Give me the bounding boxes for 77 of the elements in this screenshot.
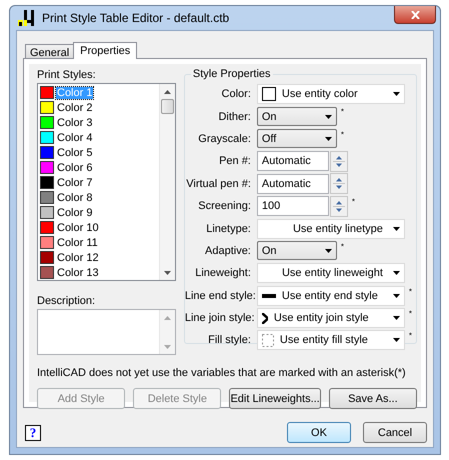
field-label: Lineweight: — [194, 267, 252, 280]
dropdown[interactable]: Use entity linetype — [256, 218, 405, 239]
list-item[interactable]: Color 13 — [56, 266, 100, 278]
field-label: Linetype: — [205, 222, 252, 235]
combo-box[interactable]: On — [256, 241, 337, 260]
tab[interactable]: Properties — [73, 42, 138, 59]
list-item[interactable]: Color 3 — [56, 116, 94, 128]
field-label: Color: — [220, 88, 252, 100]
field-label: Grayscale: — [197, 132, 252, 145]
color-swatch-icon — [262, 87, 276, 102]
number-field[interactable]: 100 — [256, 196, 329, 216]
action-button[interactable]: Edit Lineweights... — [229, 388, 321, 409]
dialog-button[interactable]: Cancel — [363, 422, 427, 443]
field-label: Fill style: — [207, 334, 252, 346]
caret-icon — [392, 226, 400, 231]
help-button[interactable]: ? — [25, 424, 41, 440]
list-item[interactable]: Color 2 — [56, 102, 94, 114]
spinner-arrows-icon[interactable] — [330, 196, 348, 217]
caret-icon — [324, 114, 332, 119]
list-item[interactable]: Color 9 — [56, 206, 94, 218]
list-item[interactable]: Color 5 — [56, 146, 94, 158]
list-item[interactable]: Color 11 — [56, 236, 99, 248]
spinner-arrows-icon[interactable] — [330, 150, 348, 172]
list-item[interactable]: Color 7 — [56, 176, 94, 188]
close-button[interactable] — [394, 6, 436, 24]
dropdown[interactable]: Use entity color — [256, 84, 405, 104]
combo-box[interactable]: Off — [256, 129, 337, 148]
dropdown[interactable]: Use entity fill style — [256, 330, 405, 350]
asterisk-mark: * — [340, 242, 344, 251]
field-label: Screening: — [197, 200, 252, 212]
number-field[interactable]: Automatic — [256, 151, 329, 172]
asterisk-mark: * — [408, 286, 412, 296]
field-label: Line end style: — [184, 290, 257, 302]
line-join-icon — [262, 312, 268, 324]
caret-icon — [392, 294, 400, 298]
list-item[interactable]: Color 6 — [56, 162, 94, 174]
list-item[interactable]: Color 10 — [56, 222, 100, 234]
field-label: Dither: — [217, 110, 252, 123]
caret-icon — [392, 271, 400, 276]
number-field[interactable]: Automatic — [256, 174, 329, 194]
tab[interactable]: General — [25, 44, 74, 58]
field-label: Virtual pen #: — [185, 178, 252, 190]
combo-box[interactable]: On — [256, 107, 337, 126]
caret-icon — [392, 338, 400, 342]
list-item[interactable]: Color 4 — [56, 132, 94, 144]
field-label: Pen #: — [218, 155, 252, 168]
caret-icon — [324, 136, 332, 141]
asterisk-note: IntelliCAD does not yet use the variables that are marked with an asterisk(*) — [37, 367, 407, 379]
asterisk-mark: * — [408, 331, 412, 340]
action-button[interactable]: Save As... — [328, 388, 417, 409]
dropdown[interactable]: Use entity end style — [256, 286, 405, 306]
list-label: Print Styles: — [37, 69, 97, 81]
line-end-icon — [262, 294, 276, 298]
scroll-down-icon[interactable] — [164, 270, 171, 274]
caret-icon — [324, 248, 332, 253]
description-label: Description: — [37, 295, 96, 307]
asterisk-mark: * — [340, 130, 344, 139]
scroll-up-icon[interactable] — [164, 90, 171, 94]
scrollbar-thumb[interactable] — [160, 99, 174, 114]
window-title: Print Style Table Editor - default.ctb — [42, 11, 230, 25]
field-label: Adaptive: — [204, 244, 252, 257]
list-item[interactable]: Color 8 — [56, 192, 94, 204]
group-title: Style Properties — [190, 68, 273, 80]
dialog-button[interactable]: OK — [287, 422, 351, 443]
field-label: Line join style: — [184, 312, 256, 324]
asterisk-mark: * — [352, 196, 355, 206]
list-item[interactable]: Color 12 — [56, 252, 100, 264]
dropdown[interactable]: Use entity lineweight — [256, 263, 405, 284]
app-logo-icon — [18, 10, 36, 26]
asterisk-mark: * — [340, 107, 344, 116]
dropdown[interactable]: Use entity join style — [256, 308, 405, 328]
caret-icon — [392, 92, 400, 96]
caret-icon — [392, 316, 400, 320]
fill-pattern-icon — [262, 334, 274, 347]
spinner-arrows-icon[interactable] — [330, 173, 348, 194]
close-icon — [410, 10, 420, 18]
asterisk-mark: * — [408, 308, 412, 318]
